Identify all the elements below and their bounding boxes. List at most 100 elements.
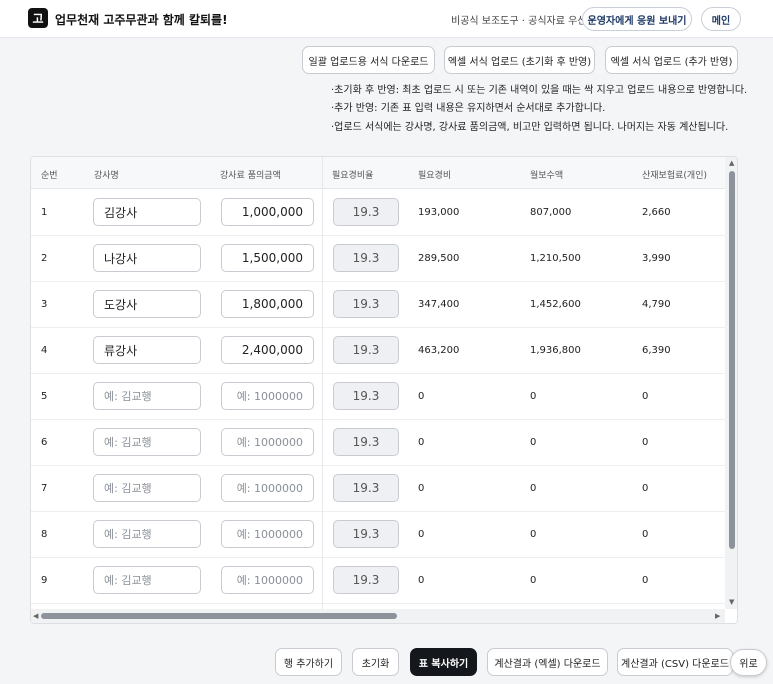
lecturer-name-input[interactable]: 도강사 [93,290,201,318]
table-row: 5 예: 김교행 예: 1000000 19.3 0 0 0 [31,374,725,420]
lecturer-name-input[interactable]: 예: 김교행 [93,382,201,410]
download-csv-button[interactable]: 계산결과 (CSV) 다운로드 [617,648,733,676]
vertical-scrollbar[interactable]: ▲ ▼ [725,157,737,609]
row-number: 6 [41,437,48,448]
expense-value: 347,400 [418,299,460,310]
expense-rate-field: 19.3 [333,566,399,594]
table-row: 4 류강사 2,400,000 19.3 463,200 1,936,800 6,390 [31,328,725,374]
main-button[interactable]: 메인 [701,7,741,31]
note-format: ·업로드 서식에는 강사명, 강사료 품의금액, 비고만 입력하면 됩니다. 나… [331,122,729,133]
lecturer-table: 순번 강사명 강사료 품의금액 필요경비율 필요경비 월보수액 산재보험료(개인… [30,156,738,624]
copy-table-button[interactable]: 표 복사하기 [410,648,477,676]
monthly-pay-value: 1,936,800 [530,345,581,356]
expense-rate-field: 19.3 [333,290,399,318]
table-row: 9 예: 김교행 예: 1000000 19.3 0 0 0 [31,558,725,604]
insurance-value: 0 [642,391,649,402]
app-title: 업무천재 고주무관과 함께 칼퇴를! [55,13,228,27]
row-number: 5 [41,391,48,402]
expense-value: 0 [418,529,425,540]
monthly-pay-value: 1,210,500 [530,253,581,264]
monthly-pay-value: 0 [530,529,537,540]
expense-rate-field: 19.3 [333,336,399,364]
insurance-value: 6,390 [642,345,671,356]
lecturer-name-input[interactable]: 예: 김교행 [93,520,201,548]
expense-rate-field: 19.3 [333,244,399,272]
header-rate: 필요경비율 [332,171,374,181]
insurance-value: 0 [642,529,649,540]
fee-amount-input[interactable]: 예: 1000000 [221,474,314,502]
expense-value: 463,200 [418,345,460,356]
insurance-value: 0 [642,437,649,448]
expense-rate-field: 19.3 [333,428,399,456]
column-divider [322,157,323,609]
fee-amount-input[interactable]: 2,400,000 [221,336,314,364]
vertical-scroll-thumb[interactable] [729,171,735,549]
row-number: 7 [41,483,48,494]
insurance-value: 3,990 [642,253,671,264]
scroll-down-icon[interactable]: ▼ [729,599,734,606]
scroll-left-icon[interactable]: ◀ [33,613,38,620]
expense-value: 0 [418,483,425,494]
lecturer-name-input[interactable]: 나강사 [93,244,201,272]
row-number: 9 [41,575,48,586]
insurance-value: 0 [642,483,649,494]
header-amount: 강사료 품의금액 [220,171,281,181]
row-number: 4 [41,345,48,356]
expense-value: 0 [418,391,425,402]
table-row: 8 예: 김교행 예: 1000000 19.3 0 0 0 [31,512,725,558]
upload-reset-button[interactable]: 엑셀 서식 업로드 (초기화 후 반영) [444,46,595,74]
fee-amount-input[interactable]: 1,000,000 [221,198,314,226]
fee-amount-input[interactable]: 1,800,000 [221,290,314,318]
feedback-button[interactable]: 운영자에게 응원 보내기 [582,7,692,31]
template-download-button[interactable]: 일괄 업로드용 서식 다운로드 [302,46,435,74]
reset-button[interactable]: 초기화 [352,648,399,676]
horizontal-scroll-thumb[interactable] [41,613,397,619]
row-number: 3 [41,299,48,310]
lecturer-name-input[interactable]: 예: 김교행 [93,428,201,456]
expense-value: 0 [418,575,425,586]
note-reset: ·초기화 후 반영: 최초 업로드 시 또는 기존 내역이 있을 때는 싹 지우… [331,85,748,96]
disclaimer-text: 비공식 보조도구 · 공식자료 우선 [451,16,587,27]
horizontal-scrollbar[interactable]: ◀ ▶ [31,609,725,623]
upload-append-button[interactable]: 엑셀 서식 업로드 (추가 반영) [605,46,738,74]
expense-rate-field: 19.3 [333,520,399,548]
to-top-button[interactable]: 위로 [730,649,767,676]
table-row: 6 예: 김교행 예: 1000000 19.3 0 0 0 [31,420,725,466]
monthly-pay-value: 0 [530,437,537,448]
table-row: 3 도강사 1,800,000 19.3 347,400 1,452,600 4,790 [31,282,725,328]
add-row-button[interactable]: 행 추가하기 [275,648,342,676]
fee-amount-input[interactable]: 예: 1000000 [221,520,314,548]
table-row: 7 예: 김교행 예: 1000000 19.3 0 0 0 [31,466,725,512]
row-number: 8 [41,529,48,540]
insurance-value: 4,790 [642,299,671,310]
download-excel-button[interactable]: 계산결과 (엑셀) 다운로드 [487,648,608,676]
table-row: 2 나강사 1,500,000 19.3 289,500 1,210,500 3,990 [31,236,725,282]
lecturer-name-input[interactable]: 예: 김교행 [93,566,201,594]
scroll-right-icon[interactable]: ▶ [715,613,720,620]
note-append: ·추가 반영: 기존 표 입력 내용은 유지하면서 순서대로 추가합니다. [331,103,606,114]
table-row: 1 김강사 1,000,000 19.3 193,000 807,000 2,660 [31,190,725,236]
scroll-up-icon[interactable]: ▲ [729,160,734,167]
monthly-pay-value: 0 [530,391,537,402]
header-insurance: 산재보험료(개인) [642,171,707,181]
lecturer-name-input[interactable]: 김강사 [93,198,201,226]
fee-amount-input[interactable]: 예: 1000000 [221,428,314,456]
table-header: 순번 강사명 강사료 품의금액 필요경비율 필요경비 월보수액 산재보험료(개인… [31,157,725,189]
monthly-pay-value: 0 [530,483,537,494]
header-name: 강사명 [94,171,119,181]
expense-rate-field: 19.3 [333,382,399,410]
insurance-value: 2,660 [642,207,671,218]
fee-amount-input[interactable]: 1,500,000 [221,244,314,272]
expense-value: 0 [418,437,425,448]
monthly-pay-value: 0 [530,575,537,586]
insurance-value: 0 [642,575,649,586]
row-number: 2 [41,253,48,264]
lecturer-name-input[interactable]: 예: 김교행 [93,474,201,502]
logo: 고 [28,8,48,28]
fee-amount-input[interactable]: 예: 1000000 [221,566,314,594]
header-monthly: 월보수액 [530,171,564,181]
expense-value: 193,000 [418,207,460,218]
lecturer-name-input[interactable]: 류강사 [93,336,201,364]
fee-amount-input[interactable]: 예: 1000000 [221,382,314,410]
expense-value: 289,500 [418,253,460,264]
